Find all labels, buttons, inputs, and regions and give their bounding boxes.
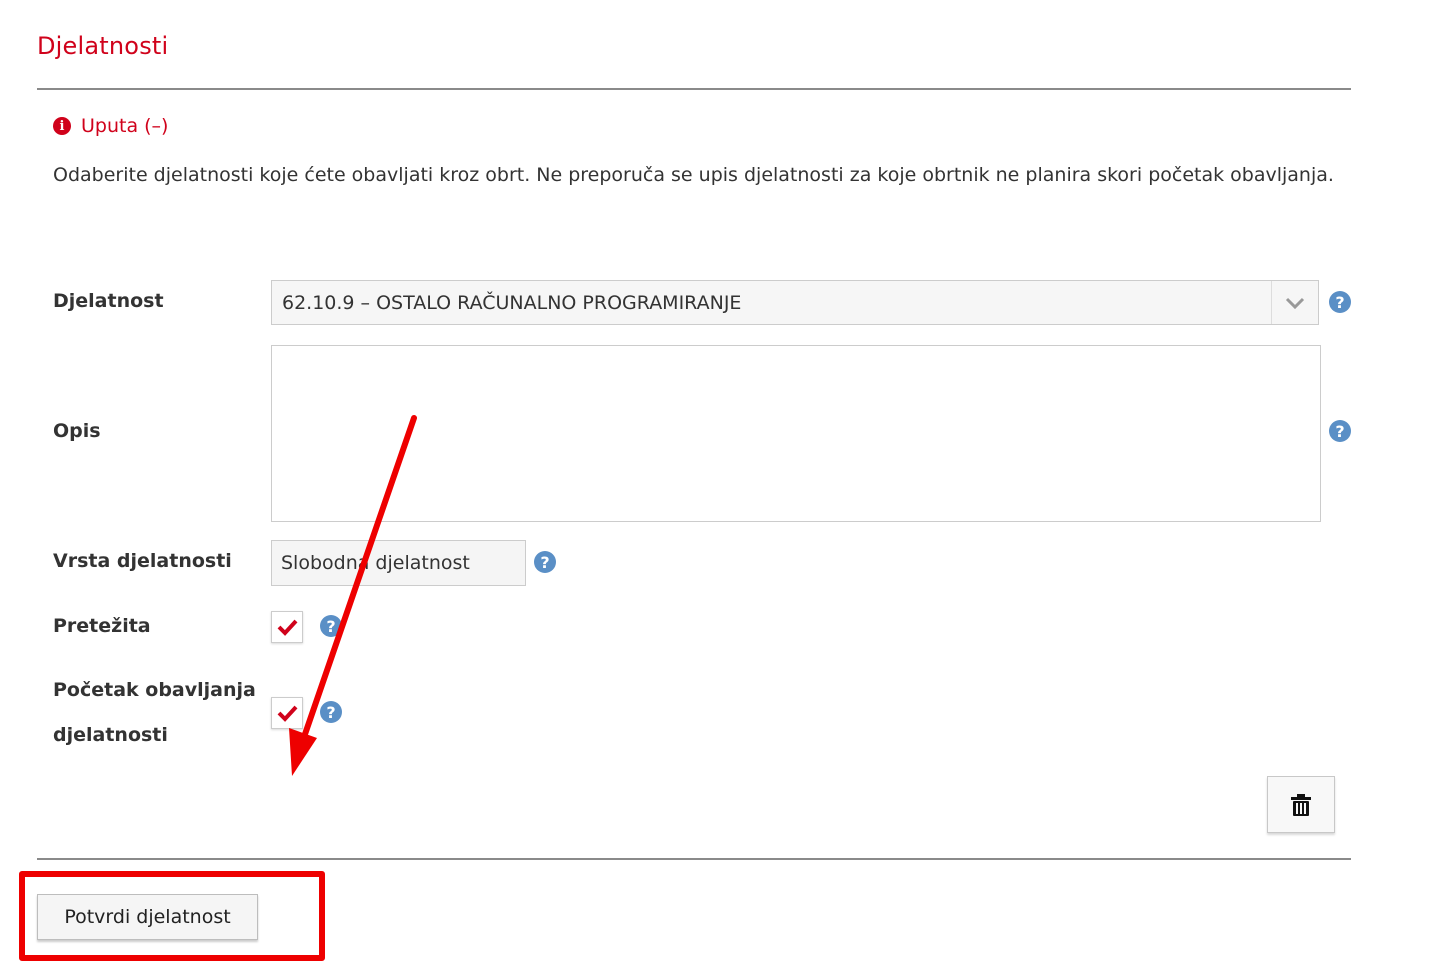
instructions-toggle[interactable]: i Uputa (–) [53, 115, 168, 137]
vrsta-field: Slobodna djelatnost [271, 540, 526, 586]
djelatnost-select[interactable]: 62.10.9 – OSTALO RAČUNALNO PROGRAMIRANJE [271, 280, 1319, 325]
pocetak-help-icon[interactable]: ? [320, 701, 342, 723]
opis-textarea[interactable] [271, 345, 1321, 522]
instructions-text: Odaberite djelatnosti koje ćete obavljat… [53, 164, 1334, 186]
vrsta-label: Vrsta djelatnosti [53, 550, 232, 572]
pocetak-checkbox[interactable] [271, 697, 303, 729]
opis-help-icon[interactable]: ? [1329, 420, 1351, 442]
pocetak-label-line2: djelatnosti [53, 724, 168, 746]
pocetak-label-line1: Početak obavljanja [53, 679, 256, 701]
djelatnost-help-icon[interactable]: ? [1329, 291, 1351, 313]
confirm-button[interactable]: Potvrdi djelatnost [37, 894, 258, 940]
bottom-divider [37, 858, 1351, 860]
opis-label: Opis [53, 420, 101, 442]
pretezita-help-icon[interactable]: ? [320, 615, 342, 637]
djelatnost-label: Djelatnost [53, 290, 164, 312]
checkmark-icon [277, 619, 298, 636]
top-divider [37, 88, 1351, 90]
pretezita-checkbox[interactable] [271, 611, 303, 643]
djelatnost-select-value: 62.10.9 – OSTALO RAČUNALNO PROGRAMIRANJE [282, 291, 742, 314]
instructions-toggle-label: Uputa (–) [81, 115, 169, 137]
trash-icon [1291, 793, 1311, 816]
vrsta-help-icon[interactable]: ? [534, 551, 556, 573]
checkmark-icon [277, 705, 298, 722]
delete-button[interactable] [1267, 776, 1335, 833]
section-title: Djelatnosti [37, 32, 169, 60]
chevron-down-icon[interactable] [1271, 281, 1318, 324]
pretezita-label: Pretežita [53, 615, 151, 637]
info-icon: i [53, 117, 71, 135]
